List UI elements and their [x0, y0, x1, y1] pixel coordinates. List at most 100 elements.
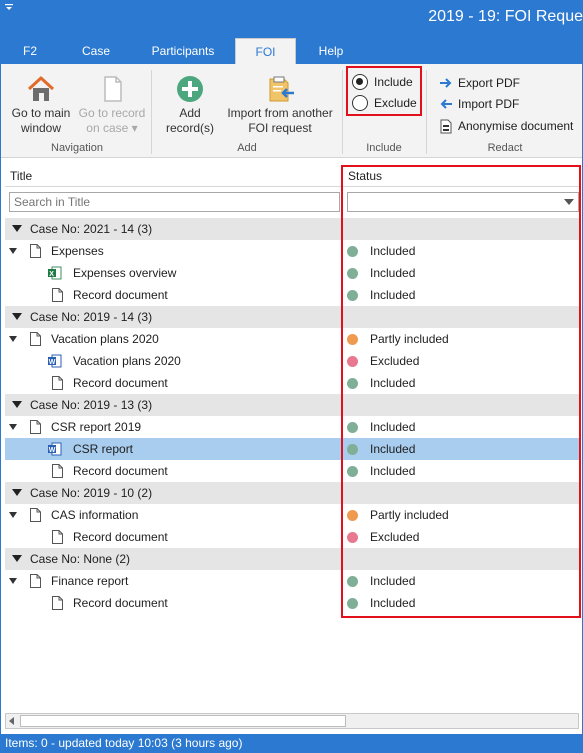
case-group-header[interactable]: Case No: 2021 - 14 (3): [5, 218, 579, 240]
document-title: Expenses overview: [73, 266, 177, 280]
case-group-label: Case No: 2019 - 10 (2): [30, 486, 153, 500]
status-dot-icon: [347, 510, 358, 521]
case-group-header[interactable]: Case No: None (2): [5, 548, 579, 570]
collapse-triangle-icon[interactable]: [12, 313, 22, 320]
title-search-input[interactable]: [9, 192, 340, 212]
add-records-label-1: Add: [179, 106, 201, 120]
case-group-header[interactable]: Case No: 2019 - 13 (3): [5, 394, 579, 416]
expand-triangle-icon[interactable]: [9, 336, 17, 342]
document-row[interactable]: Record document Included: [0, 460, 583, 482]
case-group-label: Case No: 2021 - 14 (3): [30, 222, 153, 236]
exclude-radio-option[interactable]: Exclude: [352, 93, 417, 113]
export-pdf-label: Export PDF: [458, 76, 521, 90]
grid-header: Title Status: [5, 167, 579, 187]
collapse-triangle-icon[interactable]: [12, 225, 22, 232]
document-row[interactable]: X Expenses overview Included: [0, 262, 583, 284]
document-row[interactable]: Record document Included: [0, 592, 583, 614]
status-dot-icon: [347, 378, 358, 389]
record-title: CAS information: [51, 508, 139, 522]
go-to-main-window-button[interactable]: Go to main window: [6, 74, 76, 136]
record-row[interactable]: CAS information Partly included: [0, 504, 583, 526]
document-row[interactable]: Record document Included: [0, 372, 583, 394]
status-label: Included: [370, 288, 416, 302]
status-dot-icon: [347, 422, 358, 433]
record-row[interactable]: CSR report 2019 Included: [0, 416, 583, 438]
tab-participants[interactable]: Participants: [142, 38, 224, 64]
document-row[interactable]: Record document Excluded: [0, 526, 583, 548]
title-bar: 2019 - 19: FOI Reque: [0, 0, 583, 38]
document-icon: [30, 508, 41, 522]
svg-text:W: W: [49, 359, 56, 366]
document-row[interactable]: Record document Included: [0, 284, 583, 306]
case-group-header[interactable]: Case No: 2019 - 10 (2): [5, 482, 579, 504]
status-filter-dropdown[interactable]: [347, 192, 579, 212]
tab-f2[interactable]: F2: [12, 38, 48, 64]
word-file-icon: W: [48, 354, 62, 368]
document-title: Vacation plans 2020: [73, 354, 181, 368]
tab-help[interactable]: Help: [308, 38, 354, 64]
document-icon: [104, 76, 122, 102]
scrollbar-thumb[interactable]: [20, 715, 346, 727]
record-list: Case No: 2021 - 14 (3) Expenses Included X E…: [0, 218, 583, 614]
expand-triangle-icon[interactable]: [9, 424, 17, 430]
import-from-foi-request-button[interactable]: Import from another FOI request: [222, 74, 338, 136]
ribbon-tabs: F2 Case Participants FOI Help: [0, 38, 583, 64]
tab-case[interactable]: Case: [72, 38, 120, 64]
window-border: [0, 38, 1, 734]
window-title: 2019 - 19: FOI Reque: [428, 8, 583, 25]
expand-triangle-icon[interactable]: [9, 578, 17, 584]
add-records-button[interactable]: Add record(s): [158, 74, 222, 136]
go-to-record-on-case-button[interactable]: Go to record on case ▾: [76, 74, 148, 136]
record-row[interactable]: Expenses Included: [0, 240, 583, 262]
document-icon: [52, 530, 66, 544]
tab-foi[interactable]: FOI: [235, 38, 296, 64]
record-title: Vacation plans 2020: [51, 332, 159, 346]
import-pdf-label: Import PDF: [458, 97, 520, 111]
document-icon: [52, 464, 66, 478]
document-icon: [52, 376, 66, 390]
record-row[interactable]: Vacation plans 2020 Partly included: [0, 328, 583, 350]
home-icon: [27, 76, 55, 101]
scroll-left-icon[interactable]: [9, 717, 14, 725]
import-pdf-button[interactable]: Import PDF: [438, 95, 519, 113]
record-title: Expenses: [51, 244, 104, 258]
document-title: Record document: [73, 464, 168, 478]
go-to-main-label-1: Go to main: [11, 106, 71, 120]
system-menu-icon[interactable]: [4, 3, 14, 13]
status-dot-icon: [347, 532, 358, 543]
status-column-header[interactable]: Status: [348, 169, 382, 183]
anonymise-icon: [438, 119, 454, 134]
document-icon: [30, 244, 41, 258]
import-label-1: Import from another: [227, 106, 333, 120]
anonymise-document-button[interactable]: Anonymise document: [438, 117, 573, 135]
title-column-header[interactable]: Title: [10, 169, 32, 183]
record-row[interactable]: Finance report Included: [0, 570, 583, 592]
expand-triangle-icon[interactable]: [9, 512, 17, 518]
status-label: Included: [370, 442, 416, 456]
status-bar: Items: 0 - updated today 10:03 (3 hours …: [0, 734, 583, 753]
column-divider[interactable]: [341, 166, 342, 188]
word-file-icon: W: [48, 442, 62, 456]
import-request-icon: [269, 76, 294, 102]
document-title: Record document: [73, 376, 168, 390]
document-row[interactable]: W Vacation plans 2020 Excluded: [0, 350, 583, 372]
add-circle-icon: [177, 76, 203, 102]
export-pdf-button[interactable]: Export PDF: [438, 74, 520, 92]
status-label: Included: [370, 376, 416, 390]
go-to-record-label-2: on case ▾: [86, 121, 138, 135]
status-dot-icon: [347, 334, 358, 345]
collapse-triangle-icon[interactable]: [12, 489, 22, 496]
horizontal-scrollbar[interactable]: [5, 713, 579, 729]
expand-triangle-icon[interactable]: [9, 248, 17, 254]
redact-group-label: Redact: [487, 142, 523, 154]
include-radio-option[interactable]: Include: [352, 72, 413, 92]
record-title: CSR report 2019: [51, 420, 142, 434]
status-dot-icon: [347, 246, 358, 257]
status-label: Partly included: [370, 332, 449, 346]
document-row[interactable]: W CSR report Included: [5, 438, 579, 460]
collapse-triangle-icon[interactable]: [12, 555, 22, 562]
case-group-header[interactable]: Case No: 2019 - 14 (3): [5, 306, 579, 328]
document-title: Record document: [73, 530, 168, 544]
status-dot-icon: [347, 356, 358, 367]
collapse-triangle-icon[interactable]: [12, 401, 22, 408]
